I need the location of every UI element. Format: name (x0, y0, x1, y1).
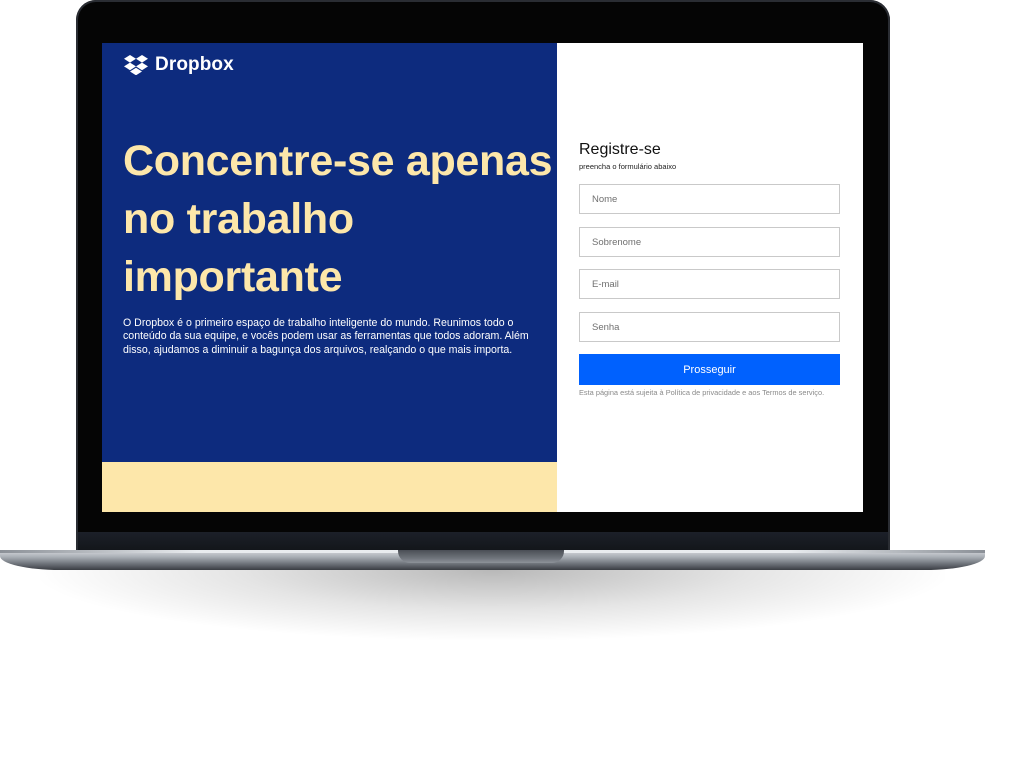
hero-description: O Dropbox é o primeiro espaço de trabalh… (123, 317, 529, 356)
hero-panel: Dropbox Concentre-se apenas no trabalho … (102, 43, 557, 512)
name-input[interactable] (579, 184, 840, 214)
signup-panel: Registre-se preencha o formulário abaixo… (557, 43, 863, 512)
brand-name: Dropbox (155, 54, 234, 75)
laptop-bezel-bottom (78, 532, 888, 552)
surname-input[interactable] (579, 227, 840, 257)
brand-logo[interactable]: Dropbox (124, 54, 234, 76)
signup-title: Registre-se (579, 141, 661, 158)
laptop-notch (398, 550, 564, 563)
dropbox-box-icon (124, 55, 148, 75)
hero-headline: Concentre-se apenas no trabalho importan… (123, 137, 553, 301)
terms-notice: Esta página está sujeita à Política de p… (579, 388, 825, 397)
continue-button[interactable]: Prosseguir (579, 354, 840, 385)
laptop-screen: Dropbox Concentre-se apenas no trabalho … (102, 43, 863, 512)
laptop-shadow (40, 570, 945, 640)
laptop-mockup: Dropbox Concentre-se apenas no trabalho … (0, 0, 1015, 768)
password-input[interactable] (579, 312, 840, 342)
signup-subtitle: preencha o formulário abaixo (579, 162, 677, 171)
hero-footer-band (102, 462, 557, 512)
email-input[interactable] (579, 269, 840, 299)
